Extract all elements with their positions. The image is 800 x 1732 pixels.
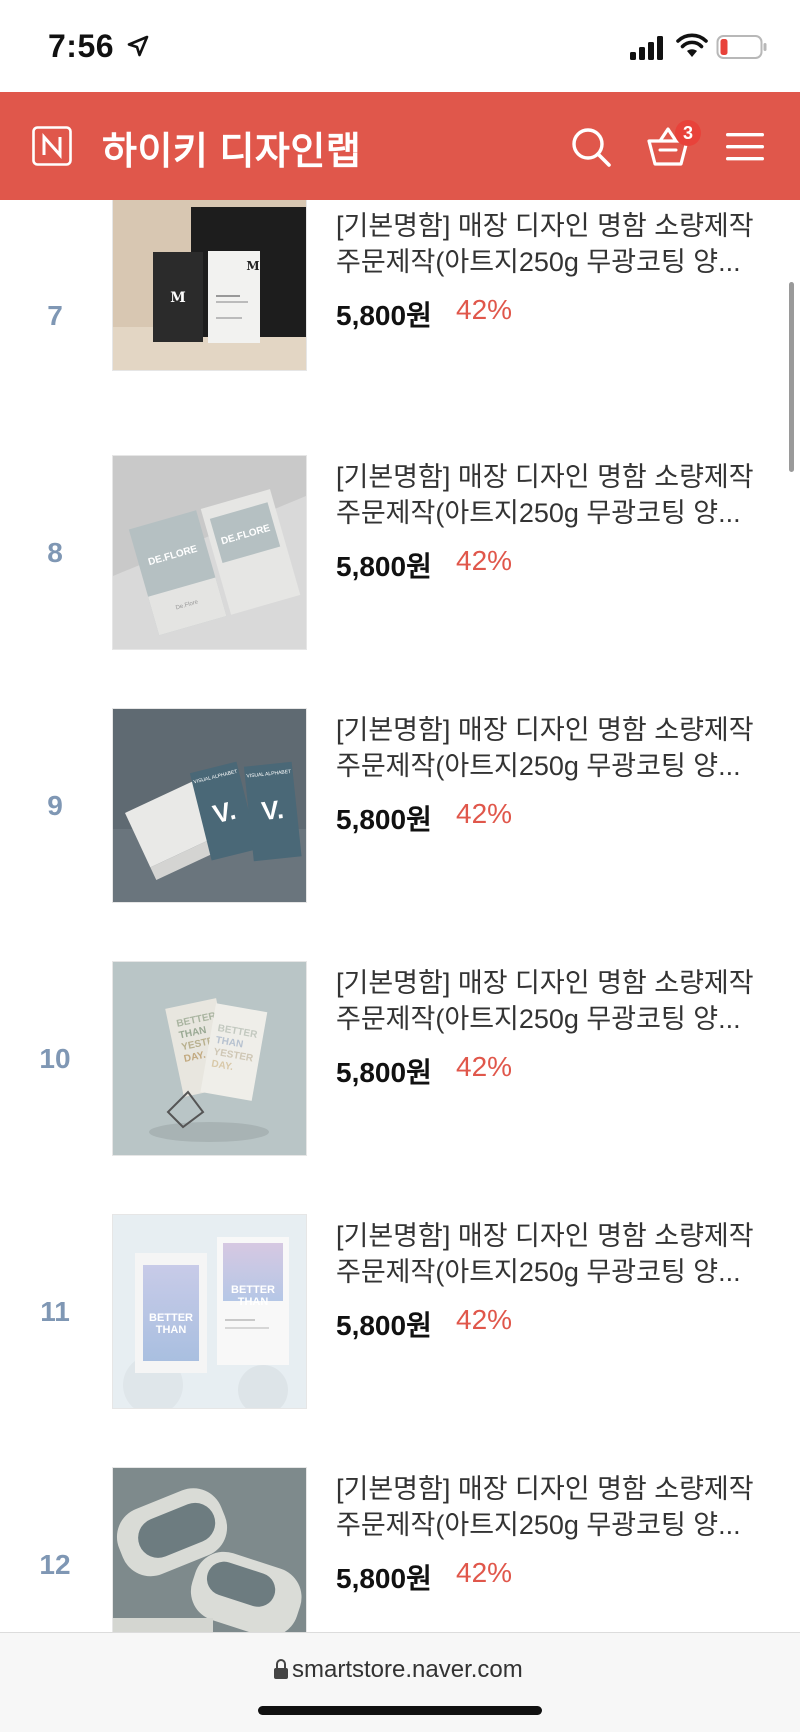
product-thumbnail[interactable]: BETTER THAN YESTER DAY. BETTER THAN YEST… (112, 961, 307, 1156)
svg-text:M: M (170, 290, 186, 306)
product-name[interactable]: [기본명함] 매장 디자인 명함 소량제작 주문제작(아트지250g 무광코팅 … (336, 459, 766, 531)
discount-rate: 42% (456, 1051, 513, 1082)
product-row[interactable]: 9 VISUAL ALPHABET V. VISUAL ALPHABET V. (0, 678, 800, 932)
product-price: 5,800원 (336, 1563, 432, 1594)
product-price: 5,800원 (336, 1310, 432, 1341)
rank-number: 10 (39, 1043, 71, 1074)
product-thumbnail[interactable]: M M (112, 200, 307, 371)
product-price: 5,800원 (336, 1057, 432, 1088)
svg-text:M: M (246, 259, 259, 273)
discount-rate: 42% (456, 545, 513, 576)
rank-number: 9 (47, 790, 63, 821)
rank-number: 7 (47, 300, 63, 331)
product-name[interactable]: [기본명함] 매장 디자인 명함 소량제작 주문제작(아트지250g 무광코팅 … (336, 1471, 766, 1543)
rank-number: 12 (39, 1549, 71, 1580)
rank-number: 8 (47, 537, 63, 568)
product-price: 5,800원 (336, 804, 432, 835)
product-name[interactable]: [기본명함] 매장 디자인 명함 소량제작 주문제작(아트지250g 무광코팅 … (336, 712, 766, 784)
product-row[interactable]: 11 BETTER THAN BETTER THAN [기본명함] 매장 디자인… (0, 1184, 800, 1438)
location-arrow-icon (127, 35, 149, 57)
product-name[interactable]: [기본명함] 매장 디자인 명함 소량제작 주문제작(아트지250g 무광코팅 … (336, 965, 766, 1037)
product-thumbnail[interactable]: DE.FLORE De.Flore DE.FLORE (112, 455, 307, 650)
product-row[interactable]: 7 M M [기본명함] 매장 디자인 명함 소량제작 주문제작(아트지250g… (0, 200, 800, 426)
status-time: 7:56 (48, 28, 115, 64)
scrollbar[interactable] (789, 282, 794, 472)
rank-number: 11 (40, 1296, 70, 1327)
url-text[interactable]: smartstore.naver.com (292, 1656, 523, 1684)
discount-rate: 42% (456, 1304, 513, 1335)
product-ranking-list[interactable]: 7 M M [기본명함] 매장 디자인 명함 소량제작 주문제작(아트지250g… (0, 200, 800, 1632)
product-thumbnail[interactable]: BETTER THAN BETTER THAN (112, 1214, 307, 1409)
product-price: 5,800원 (336, 300, 432, 331)
product-row[interactable]: 12 [기본명함] 매장 디자인 명함 소량제작 주문제작(아트지250g 무광… (0, 1437, 800, 1632)
discount-rate: 42% (456, 798, 513, 829)
svg-text:BETTER: BETTER (231, 1284, 275, 1296)
signal-icon (630, 36, 663, 60)
product-row[interactable]: 10 BETTER THAN YESTER DAY. BETTER THAN Y… (0, 931, 800, 1185)
product-name[interactable]: [기본명함] 매장 디자인 명함 소량제작 주문제작(아트지250g 무광코팅 … (336, 208, 766, 280)
search-icon[interactable] (570, 126, 612, 168)
svg-text:THAN: THAN (156, 1324, 187, 1336)
product-price: 5,800원 (336, 551, 432, 582)
svg-text:BETTER: BETTER (149, 1312, 193, 1324)
wifi-icon (676, 33, 708, 57)
cart-count-badge[interactable]: 3 (675, 120, 701, 146)
battery-icon (716, 35, 767, 59)
naver-logo-icon[interactable] (32, 126, 72, 166)
home-indicator[interactable] (258, 1706, 542, 1715)
lock-icon (274, 1659, 288, 1679)
product-thumbnail[interactable] (112, 1467, 307, 1632)
product-row[interactable]: 8 DE.FLORE De.Flore DE.FLORE [기본명함] 매장 디… (0, 425, 800, 679)
svg-text:V.: V. (260, 794, 285, 826)
discount-rate: 42% (456, 1557, 513, 1588)
svg-text:THAN: THAN (238, 1296, 269, 1308)
store-title[interactable]: 하이키 디자인랩 (102, 120, 361, 175)
discount-rate: 42% (456, 294, 513, 325)
menu-icon[interactable] (724, 130, 766, 164)
product-thumbnail[interactable]: VISUAL ALPHABET V. VISUAL ALPHABET V. (112, 708, 307, 903)
product-name[interactable]: [기본명함] 매장 디자인 명함 소량제작 주문제작(아트지250g 무광코팅 … (336, 1218, 766, 1290)
